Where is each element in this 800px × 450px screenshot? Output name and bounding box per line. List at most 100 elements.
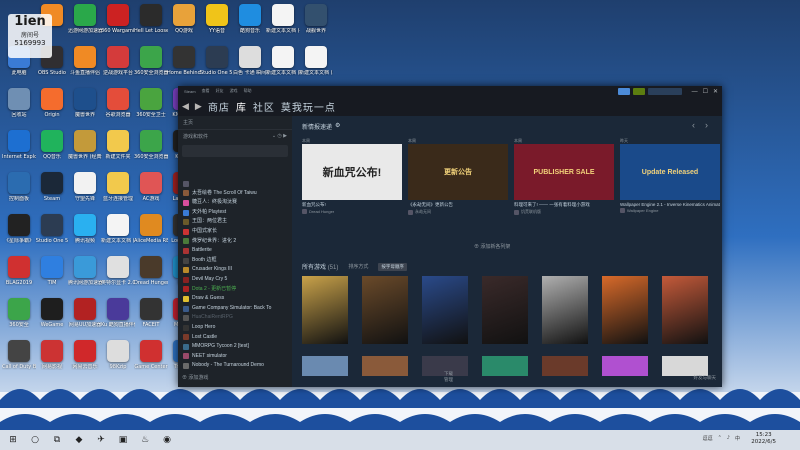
desktop-icon[interactable]: 新建文本文档 (4).txt (266, 4, 300, 42)
desktop-icon[interactable]: Steam (35, 172, 69, 210)
game-cover[interactable] (542, 356, 588, 376)
clock[interactable]: 15:23 2022/6/5 (751, 432, 776, 446)
game-cover[interactable] (542, 276, 588, 344)
taskbar-item[interactable]: ⊞ (4, 433, 22, 447)
news-card[interactable]: 本周 新血咒公布! 新血咒公布! Dread Hunger (302, 138, 402, 228)
announcement-button[interactable] (618, 88, 630, 95)
game-list-item[interactable]: 天外帕 Playtest (178, 208, 292, 218)
tray-icon[interactable]: ⌃ (718, 435, 722, 442)
downloads-button[interactable]: 下载 管理 (444, 371, 453, 383)
desktop-icon[interactable]: FACEIT (134, 298, 168, 336)
desktop-icon[interactable]: 战舰世界 (299, 4, 333, 42)
desktop-icon[interactable]: 守望先锋 (68, 172, 102, 210)
all-games-title[interactable]: 所有游戏 (51) (302, 262, 338, 271)
steam-menu-item[interactable]: 游戏 (230, 88, 238, 94)
game-cover[interactable] (302, 276, 348, 344)
taskbar-item[interactable]: ◉ (158, 433, 176, 447)
friends-chat-button[interactable]: 好友与聊天 (694, 375, 717, 381)
desktop-icon[interactable]: QQ游戏 (167, 4, 201, 42)
game-cover[interactable] (362, 356, 408, 376)
library-filter[interactable]: 游戏和软件 ⌄ ◷ ▶ (178, 130, 292, 144)
desktop-icon[interactable]: 魔兽世界 (68, 88, 102, 126)
game-cover[interactable] (362, 276, 408, 344)
desktop-icon[interactable]: Origin (35, 88, 69, 126)
taskbar-item[interactable]: ⧉ (48, 433, 66, 447)
desktop-icon[interactable]: Internet Explorer (2, 130, 36, 168)
desktop-icon[interactable]: Call of Duty Black Ops 4 (2, 340, 36, 378)
desktop-icon[interactable]: 360安全卫士 (134, 88, 168, 126)
nav-community[interactable]: 社区 (253, 99, 275, 114)
news-card[interactable]: 昨天 Update Released Wallpaper Engine 2.1 - … (620, 138, 720, 228)
game-cover[interactable] (482, 356, 528, 376)
desktop-icon[interactable]: 腾讯网游加速器 (68, 256, 102, 294)
desktop-icon[interactable]: 蓝牙连接管理 (101, 172, 135, 210)
game-list-item[interactable]: Lost Castle (178, 333, 292, 343)
taskbar-item[interactable]: ○ (26, 433, 44, 447)
desktop-icon[interactable]: 逆战游戏平台 (101, 46, 135, 84)
game-cover[interactable] (302, 356, 348, 376)
desktop-icon[interactable]: Hell Let Loose (134, 4, 168, 42)
desktop-icon[interactable]: 360 Wargami... (101, 4, 135, 42)
desktop-icon[interactable]: 《星际争霸》 (2, 214, 36, 252)
minimize-icon[interactable]: — (692, 89, 698, 95)
forward-arrow-icon[interactable]: ▶ (195, 101, 202, 112)
desktop-icon[interactable]: 迅游网游加速器 (68, 4, 102, 42)
nav-store[interactable]: 商店 (208, 99, 230, 114)
game-list-item[interactable]: HuaChaiRentRPG (178, 313, 292, 323)
game-cover[interactable] (602, 356, 648, 376)
game-list-item[interactable]: Nobody - The Turnaround Demo (178, 361, 292, 371)
game-list-item[interactable]: Draw & Guess (178, 294, 292, 304)
desktop-icon[interactable]: 回收站 (2, 88, 36, 126)
desktop-icon[interactable]: 英特尔显卡 2.0 (101, 256, 135, 294)
nav-library[interactable]: 库 (236, 99, 247, 114)
desktop-icon[interactable]: AliceMedia RECentral 4 (134, 214, 168, 252)
sort-select[interactable]: 按字母顺序 (378, 262, 407, 271)
desktop-icon[interactable]: 360安全 (2, 298, 36, 336)
game-list-item[interactable]: Booth 边框 (178, 256, 292, 266)
game-list-item[interactable]: Crusader Kings III (178, 265, 292, 275)
game-list-item[interactable] (178, 179, 292, 189)
nav-profile[interactable]: 莫我玩一点 (281, 99, 336, 114)
desktop-icon[interactable]: AC游戏 (134, 172, 168, 210)
game-list-item[interactable]: Dota 2 - 更新已暂停 (178, 285, 292, 295)
desktop-icon[interactable]: 网易UU加速器 (68, 298, 102, 336)
taskbar-item[interactable]: ▣ (114, 433, 132, 447)
game-list-item[interactable]: 中国式家长 (178, 227, 292, 237)
game-cover[interactable] (662, 276, 708, 344)
game-cover[interactable] (422, 276, 468, 344)
desktop-icon[interactable]: 新建文本文档 (2).txt (266, 46, 300, 84)
game-list-item[interactable]: Game Company Simulator: Back To (178, 304, 292, 314)
game-cover[interactable] (482, 276, 528, 344)
tray-icon[interactable]: ♪ (727, 435, 730, 442)
maximize-icon[interactable]: ☐ (703, 88, 708, 95)
desktop-icon[interactable]: BLAG2019 (2, 256, 36, 294)
desktop-icon[interactable]: Home Behind 2 (167, 46, 201, 84)
back-arrow-icon[interactable]: ◀ (182, 101, 189, 112)
desktop-icon[interactable]: 网易云音乐 (68, 340, 102, 378)
desktop-icon[interactable]: Game Center (134, 340, 168, 378)
game-list-item[interactable]: NEET simulator (178, 352, 292, 362)
game-list-item[interactable]: Loop Hero (178, 323, 292, 333)
desktop-icon[interactable]: 控制面板 (2, 172, 36, 210)
game-list-item[interactable]: MMORPG Tycoon 2 [test] (178, 342, 292, 352)
desktop-icon[interactable]: 360安全浏览器 (134, 130, 168, 168)
steam-menu-item[interactable]: 帮助 (244, 88, 252, 94)
taskbar-item[interactable]: ✈ (92, 433, 110, 447)
desktop-icon[interactable]: 新建文件夹 (101, 130, 135, 168)
desktop-icon[interactable]: 斗鱼直播伴侣 (68, 46, 102, 84)
desktop-icon[interactable]: 网易影视 (35, 340, 69, 378)
library-home[interactable]: 主页 (178, 116, 292, 130)
game-list-item[interactable]: Devil May Cry 5 (178, 275, 292, 285)
news-card[interactable]: 本周 PUBLISHER SALE 料理可来了! —— 一张有着料理小游戏 饥荒联机版 (514, 138, 614, 228)
game-list-item[interactable]: 侏罗纪世界：进化 2 (178, 237, 292, 247)
desktop-icon[interactable]: 谷歌浏览器 (101, 88, 135, 126)
news-card[interactable]: 本周 更新公告 《永劫无间》更新公告 永劫无间 (408, 138, 508, 228)
taskbar-item[interactable]: ♨ (136, 433, 154, 447)
desktop-icon[interactable]: 酷狗音乐 (233, 4, 267, 42)
desktop-icon[interactable]: 98Kzip (101, 340, 135, 378)
desktop-icon[interactable]: QQ音乐 (35, 130, 69, 168)
desktop-icon[interactable]: Studio One 5 (35, 214, 69, 252)
library-search-input[interactable] (182, 145, 288, 157)
desktop-icon[interactable]: Dread Hunger (134, 256, 168, 294)
desktop-icon[interactable]: 腾讯视频 (68, 214, 102, 252)
